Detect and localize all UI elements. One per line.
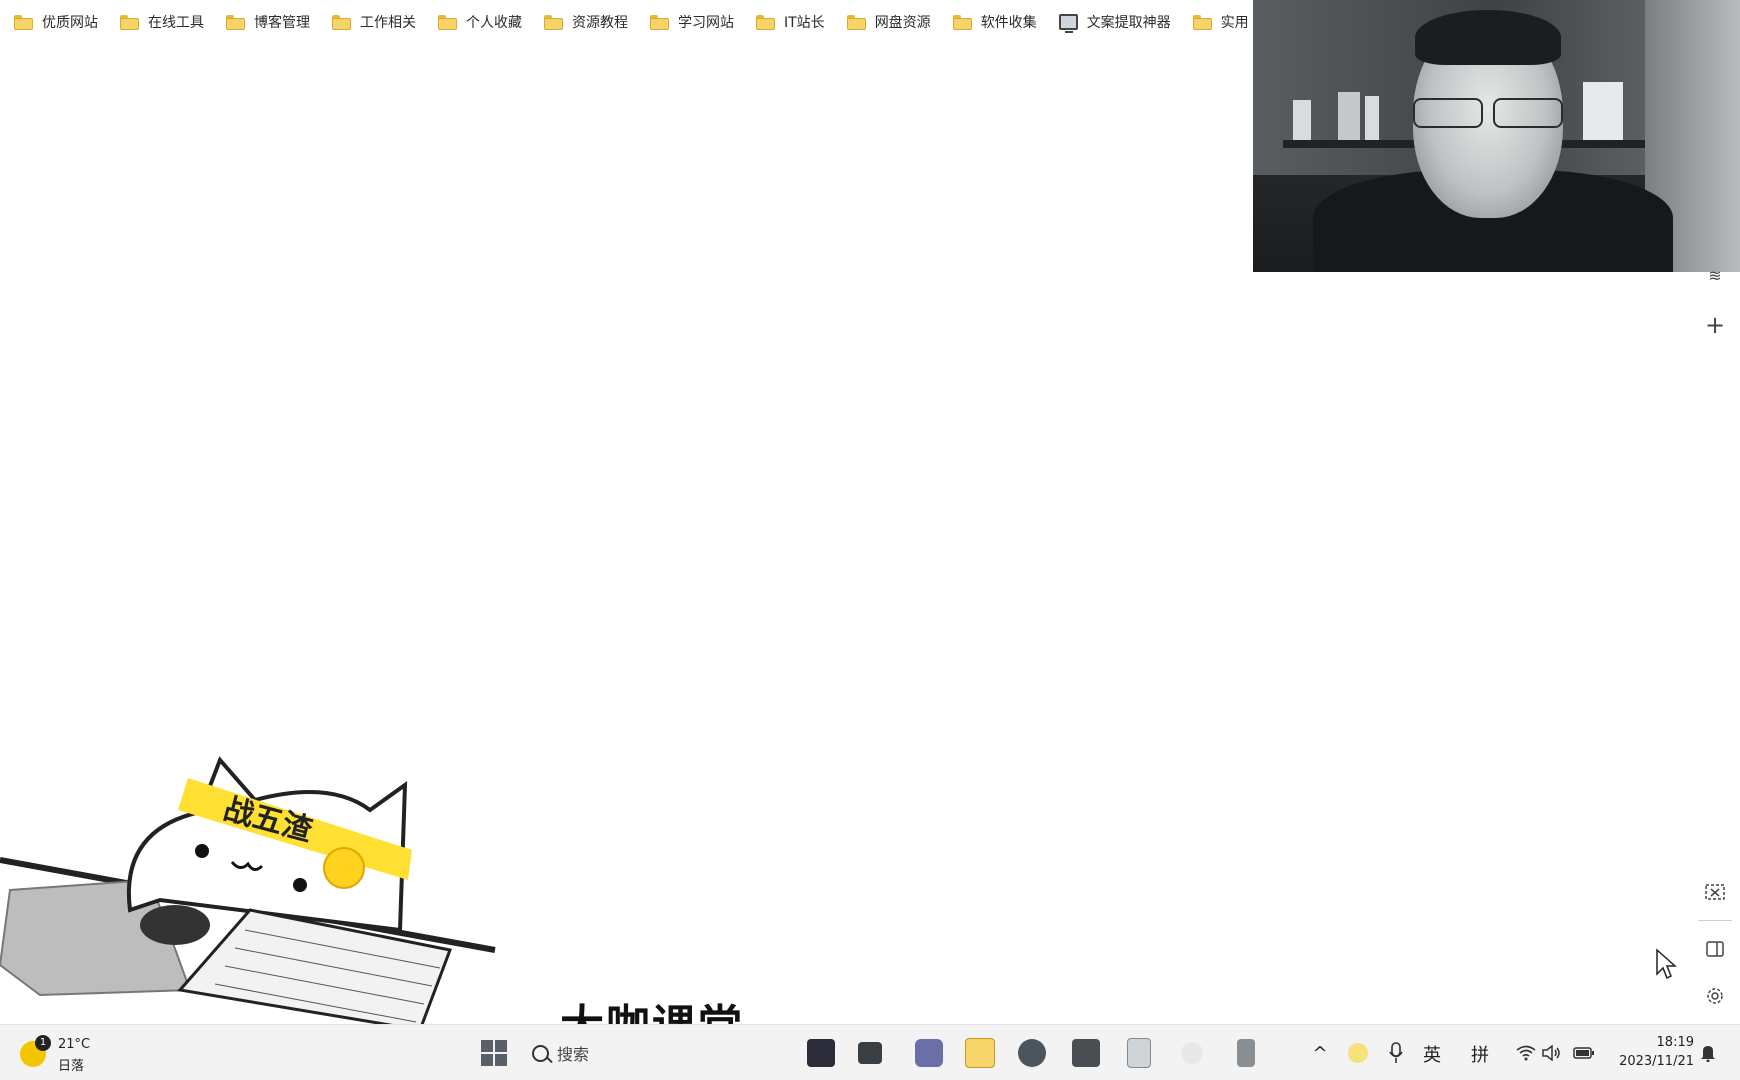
webcam-book (1293, 100, 1311, 140)
bookmark-label: 在线工具 (148, 15, 204, 31)
taskbar-search[interactable]: 搜索 (532, 1039, 742, 1067)
volume-icon[interactable] (1534, 1035, 1570, 1071)
tray-lang-pinyin[interactable]: 拼 (1471, 1041, 1489, 1067)
system-clock[interactable]: 18:19 2023/11/21 (1612, 1033, 1694, 1071)
bookmark-youzhi[interactable]: 优质网站 (12, 7, 108, 37)
folder-icon (544, 14, 563, 30)
bookmark-shiyong[interactable]: 实用 (1191, 7, 1259, 37)
folder-icon (14, 14, 33, 30)
taskbar-app-edge-icon[interactable] (1014, 1035, 1050, 1071)
webcam-overlay (1253, 0, 1740, 272)
bookmark-boke[interactable]: 博客管理 (224, 7, 320, 37)
side-partial-icon[interactable]: ≋ (1704, 264, 1726, 286)
search-icon (532, 1044, 549, 1062)
bookmark-ziyuan[interactable]: 资源教程 (542, 7, 638, 37)
webcam-book (1365, 96, 1379, 140)
tray-microphone-icon[interactable] (1378, 1035, 1414, 1071)
bookmark-wenan[interactable]: 文案提取神器 (1057, 7, 1181, 37)
taskbar: 1 21°C 日落 搜索 ^ 英 拼 18:19 2023/11/21 (0, 1024, 1740, 1080)
tray-chevron-up-icon[interactable]: ^ (1302, 1035, 1338, 1071)
bookmark-label: 网盘资源 (874, 15, 931, 31)
bookmark-ruanjian[interactable]: 软件收集 (951, 7, 1047, 37)
bookmark-label: 实用 (1220, 15, 1249, 31)
taskbar-app-teams-icon[interactable] (911, 1035, 947, 1071)
taskbar-app-store-icon[interactable] (1068, 1035, 1104, 1071)
folder-icon (438, 14, 457, 30)
bookmark-label: 资源教程 (572, 15, 628, 31)
side-divider (1698, 920, 1732, 921)
webcam-book (1583, 82, 1623, 140)
bookmark-xuexi[interactable]: 学习网站 (648, 7, 744, 37)
search-placeholder: 搜索 (557, 1045, 590, 1064)
webcam-person-hair (1415, 10, 1561, 65)
webcam-book (1338, 92, 1360, 140)
weather-condition: 日落 (58, 1059, 85, 1074)
bookmark-label: 博客管理 (254, 15, 310, 31)
bookmark-label: 优质网站 (42, 15, 98, 31)
sidebar-toggle-icon[interactable] (1704, 938, 1726, 960)
bookmarks-bar: 优质网站 在线工具 博客管理 工作相关 个人收藏 资源教程 学习网站 IT站长 … (0, 0, 1260, 44)
folder-icon (650, 14, 669, 30)
bookmark-zaixian[interactable]: 在线工具 (118, 7, 214, 37)
taskbar-app-share-icon[interactable] (1174, 1035, 1210, 1071)
bookmark-label: 工作相关 (360, 15, 416, 31)
bookmark-label: 文案提取神器 (1086, 15, 1171, 31)
windows-logo-icon (481, 1040, 507, 1066)
tray-cat-icon[interactable] (1340, 1035, 1376, 1071)
clock-date: 2023/11/21 (1619, 1054, 1694, 1069)
battery-icon[interactable] (1566, 1035, 1602, 1071)
cat-sticker: 战五渣 (0, 740, 500, 1032)
folder-icon (120, 14, 139, 30)
clock-time: 18:19 (1656, 1035, 1694, 1050)
taskbar-app-premiere-icon[interactable] (803, 1035, 839, 1071)
folder-icon (846, 14, 866, 30)
folder-icon (332, 14, 351, 30)
add-icon[interactable]: + (1704, 311, 1726, 339)
notification-bell-icon[interactable] (1690, 1035, 1726, 1071)
taskbar-app-phone-icon[interactable] (1228, 1035, 1264, 1071)
folder-icon (1192, 14, 1212, 30)
weather-badge: 1 (35, 1035, 51, 1051)
taskbar-app-explorer-icon[interactable] (962, 1035, 998, 1071)
bookmark-label: 学习网站 (678, 15, 734, 31)
bookmark-label: 个人收藏 (466, 15, 522, 31)
bookmark-it[interactable]: IT站长 (754, 7, 835, 37)
monitor-icon (1058, 14, 1078, 33)
settings-gear-icon[interactable] (1704, 985, 1726, 1007)
bookmark-wangpan[interactable]: 网盘资源 (845, 7, 941, 37)
folder-icon (756, 14, 775, 30)
taskbar-app-notepad-icon[interactable] (1121, 1035, 1157, 1071)
start-button[interactable] (476, 1035, 512, 1071)
bookmark-label: 软件收集 (980, 15, 1037, 31)
webcam-person-glasses (1403, 98, 1573, 128)
screenshot-icon[interactable] (1704, 882, 1726, 904)
bookmark-geren[interactable]: 个人收藏 (436, 7, 532, 37)
bookmark-gongzuo[interactable]: 工作相关 (330, 7, 426, 37)
taskbar-app-viewer-icon[interactable] (852, 1035, 888, 1071)
mouse-cursor-icon (1655, 948, 1677, 984)
weather-widget[interactable]: 1 21°C 日落 (18, 1033, 118, 1074)
folder-icon (952, 14, 972, 30)
tray-lang-en[interactable]: 英 (1423, 1041, 1441, 1067)
folder-icon (226, 14, 245, 30)
bookmark-label: IT站长 (784, 15, 825, 31)
weather-temperature: 21°C (58, 1037, 91, 1052)
